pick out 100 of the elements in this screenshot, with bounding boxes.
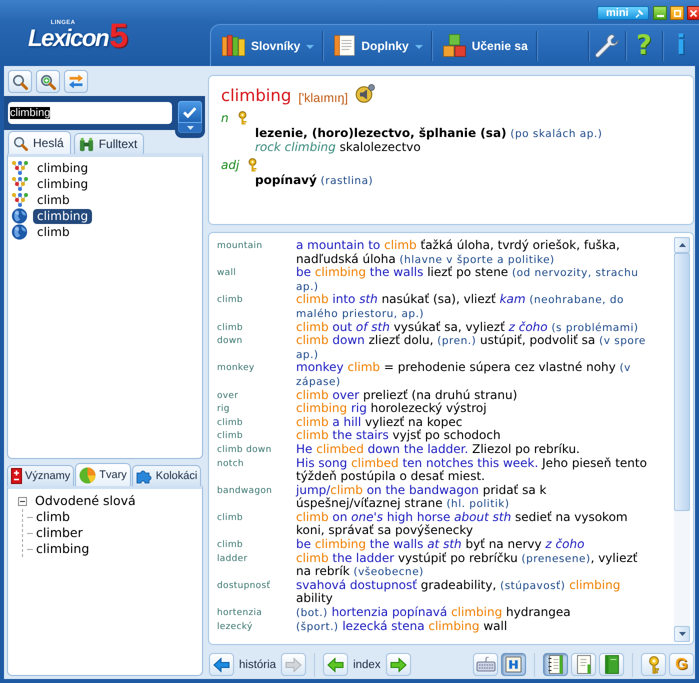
example-keyword: climb <box>217 539 244 552</box>
key-icon <box>646 656 660 674</box>
right-arrow-icon <box>285 656 302 672</box>
puzzle-piece-icon <box>136 468 153 484</box>
example-text: (šport.) lezecká stena climbing wall <box>296 620 508 634</box>
page-icon <box>576 655 590 674</box>
caret-down-icon <box>678 632 686 636</box>
search-options-button[interactable] <box>178 123 202 133</box>
example-keyword: bandwagon <box>217 484 274 498</box>
minimize-icon <box>656 15 664 17</box>
translation-line: rock climbing skalolezectvo <box>255 140 422 154</box>
books-icon <box>222 35 245 56</box>
tab[interactable]: Fulltext <box>74 133 144 154</box>
example-text: climb over preliezť (na druhú stranu) <box>296 388 518 402</box>
keyboard-button[interactable] <box>473 653 498 676</box>
binoculars-icon <box>78 136 94 152</box>
translation-line: lezenie, (horo)lezectvo, šplhanie (sa) (po skalách ap.) <box>255 126 604 140</box>
zoom-in-icon <box>40 74 56 90</box>
example-text: (bot.) hortenzia popínavá climbing hydrangea <box>296 606 572 620</box>
headword: climbing <box>221 85 292 107</box>
example-keyword: monkey <box>217 362 256 376</box>
example-text: a mountain to climb ťažká úloha, tvrdý oriešok, fuška, nadľudská úloha (hlavne v športe a politike) <box>296 239 621 266</box>
caret-icon <box>186 126 194 130</box>
swap-arrows-icon <box>68 74 84 89</box>
swap-button[interactable] <box>64 70 88 93</box>
example-keyword: over <box>217 390 240 402</box>
example-keyword: climb <box>217 430 244 443</box>
search-field[interactable]: climbing <box>8 102 172 124</box>
word-list-item[interactable]: climbing <box>33 176 92 192</box>
tab[interactable]: Kolokáci <box>132 465 202 486</box>
key-button[interactable] <box>641 653 666 676</box>
tab[interactable]: Významy <box>7 465 74 486</box>
left-arrow-icon <box>327 656 344 672</box>
example-text: climb the ladder vystúpiť po rebríčku (prenesene), vyliezť na rebrík (všeobecne) <box>296 552 638 579</box>
example-keyword: lezecký <box>217 620 254 634</box>
word-list-item[interactable]: climb <box>33 224 74 240</box>
blocks-icon <box>442 34 466 57</box>
example-keyword: climb <box>217 322 244 334</box>
search-icon <box>12 74 28 90</box>
example-keyword: wall <box>217 267 238 280</box>
zoom-in-button[interactable] <box>36 70 60 93</box>
scrollbar-thumb[interactable] <box>674 253 690 511</box>
pin-icon <box>635 8 644 18</box>
book-icon <box>604 655 618 674</box>
example-text: climb into sth nasúkať (sa), vliezť kam (neohrabane, do malého priestoru, ap.) <box>296 293 625 321</box>
tab[interactable]: Tvary <box>75 463 131 486</box>
tree-item[interactable]: Odvodené slová <box>35 493 136 509</box>
view-button[interactable] <box>599 653 624 676</box>
example-keyword: ladder <box>217 552 248 566</box>
pie-chart-icon <box>79 466 96 484</box>
keyboard-icon <box>476 657 496 672</box>
example-keyword: climb <box>217 294 244 308</box>
part-of-speech: adj <box>221 158 240 172</box>
split-view-button[interactable] <box>501 653 526 676</box>
minus-box-icon[interactable] <box>18 496 27 506</box>
example-text: climb a hill vyliezť na kopec <box>296 416 464 429</box>
close-icon <box>690 10 697 16</box>
menu-button[interactable]: Doplnky <box>323 25 431 66</box>
speaker-icon[interactable] <box>354 84 375 103</box>
example-keyword: down <box>217 335 244 348</box>
globe-icon <box>11 208 28 224</box>
key-icon[interactable] <box>247 158 258 172</box>
left-arrow-icon <box>213 656 230 672</box>
notebook-icon <box>334 35 356 56</box>
tree-item[interactable]: climber <box>36 525 83 541</box>
menu-button[interactable]: Učenie sa <box>432 25 536 66</box>
view-button[interactable] <box>543 653 568 676</box>
wrench-icon <box>595 34 619 58</box>
dot-tree-icon <box>11 176 28 192</box>
tab[interactable]: Heslá <box>8 131 71 154</box>
example-text: climb the stairs vyjsť po schodoch <box>296 429 502 443</box>
example-text: monkey climb = prehodenie súpera cez vlastné nohy (v zápase) <box>296 361 632 389</box>
check-icon <box>183 106 197 118</box>
submit-button[interactable] <box>178 101 202 123</box>
example-text: He climbed down the ladder. Zliezol po rebríku. <box>296 442 581 456</box>
tree-item[interactable]: climb <box>36 509 70 525</box>
maximize-button[interactable] <box>670 6 684 20</box>
menu-button[interactable]: Slovníky <box>211 25 322 66</box>
part-of-speech: n <box>221 111 229 125</box>
scroll-down-button[interactable] <box>674 626 690 642</box>
minimize-button[interactable] <box>653 6 667 20</box>
word-list-item[interactable]: climbing <box>33 160 92 176</box>
example-text: climbing rig horolezecký výstroj <box>296 402 488 416</box>
history-label: história <box>239 658 276 670</box>
index-next-button[interactable] <box>386 653 411 676</box>
scroll-up-button[interactable] <box>674 237 690 253</box>
word-list-item[interactable]: climbing <box>33 208 92 224</box>
index-previous-button[interactable] <box>323 653 348 676</box>
example-text: His song climbed ten notches this week. Jeho pieseň tento týždeň postúpila o desať miest. <box>296 456 648 484</box>
example-keyword: dostupnosť <box>217 580 272 593</box>
close-button[interactable] <box>687 6 699 20</box>
pronunciation: ['klaımıŋ] <box>298 91 348 105</box>
word-list-item[interactable]: climb <box>33 192 74 208</box>
right-arrow-icon <box>390 656 407 672</box>
tree-item[interactable]: climbing <box>36 541 90 557</box>
globe-icon <box>11 224 28 240</box>
search-button[interactable] <box>8 70 32 93</box>
example-keyword: notch <box>217 458 245 470</box>
key-icon[interactable] <box>236 111 248 125</box>
history-back-button[interactable] <box>209 653 234 676</box>
